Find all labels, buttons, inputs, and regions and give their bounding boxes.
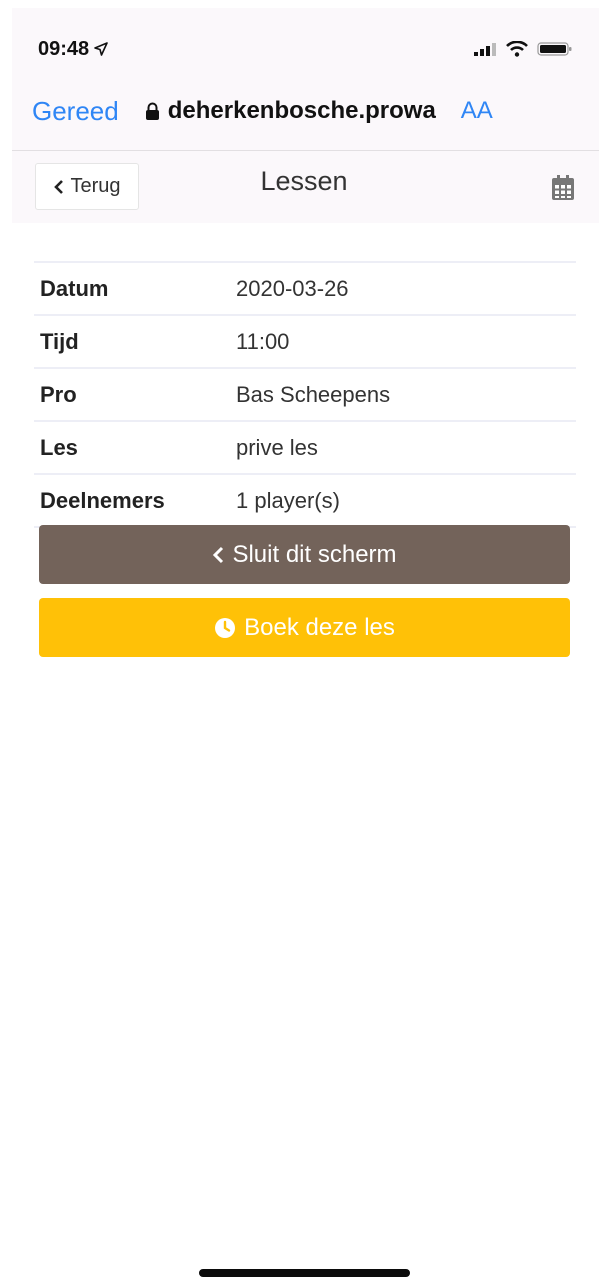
detail-value: 1 player(s) [236, 487, 340, 513]
url-text: deherkenbosche.prowa [167, 97, 436, 124]
page-title: Lessen [260, 166, 348, 196]
table-row: Pro Bas Scheepens [34, 367, 576, 420]
lesson-details-table: Datum 2020-03-26 Tijd 11:00 Pro Bas Sche… [34, 261, 576, 528]
detail-value: Bas Scheepens [236, 381, 391, 407]
detail-label: Datum [40, 275, 109, 301]
table-row: Tijd 11:00 [34, 314, 576, 367]
back-button-label: Terug [70, 175, 121, 197]
detail-label: Deelnemers [40, 487, 165, 513]
browser-url-bar: Gereed deherkenbosche.prowa AA [32, 92, 572, 130]
status-time: 09:48 [38, 38, 108, 61]
location-arrow-icon [94, 42, 108, 56]
battery-icon [537, 42, 572, 56]
detail-value: prive les [236, 434, 318, 460]
close-screen-label: Sluit dit scherm [232, 540, 397, 568]
back-button[interactable]: Terug [35, 163, 139, 210]
detail-label: Tijd [40, 328, 79, 354]
close-screen-button[interactable]: Sluit dit scherm [39, 525, 570, 584]
table-row: Datum 2020-03-26 [34, 261, 576, 314]
calendar-icon[interactable] [551, 175, 575, 201]
wifi-icon [506, 41, 528, 57]
home-indicator[interactable] [199, 1269, 410, 1277]
url-field[interactable]: deherkenbosche.prowa [145, 97, 445, 125]
chevron-left-icon [54, 179, 64, 194]
book-lesson-label: Boek deze les [244, 613, 395, 641]
chevron-left-icon [213, 546, 224, 563]
signal-icon [474, 43, 496, 56]
lock-icon [145, 102, 159, 120]
book-lesson-button[interactable]: Boek deze les [39, 598, 570, 657]
detail-value: 2020-03-26 [236, 275, 349, 301]
header-divider [12, 150, 599, 151]
detail-label: Les [40, 434, 78, 460]
table-row: Les prive les [34, 420, 576, 473]
detail-value: 11:00 [236, 328, 290, 354]
detail-label: Pro [40, 381, 77, 407]
time-text: 09:48 [38, 37, 90, 60]
status-bar: 09:48 [38, 36, 573, 62]
reader-settings-button[interactable]: AA [461, 97, 493, 125]
done-button[interactable]: Gereed [32, 96, 119, 127]
table-row: Deelnemers 1 player(s) [34, 473, 576, 528]
clock-icon [215, 617, 236, 638]
